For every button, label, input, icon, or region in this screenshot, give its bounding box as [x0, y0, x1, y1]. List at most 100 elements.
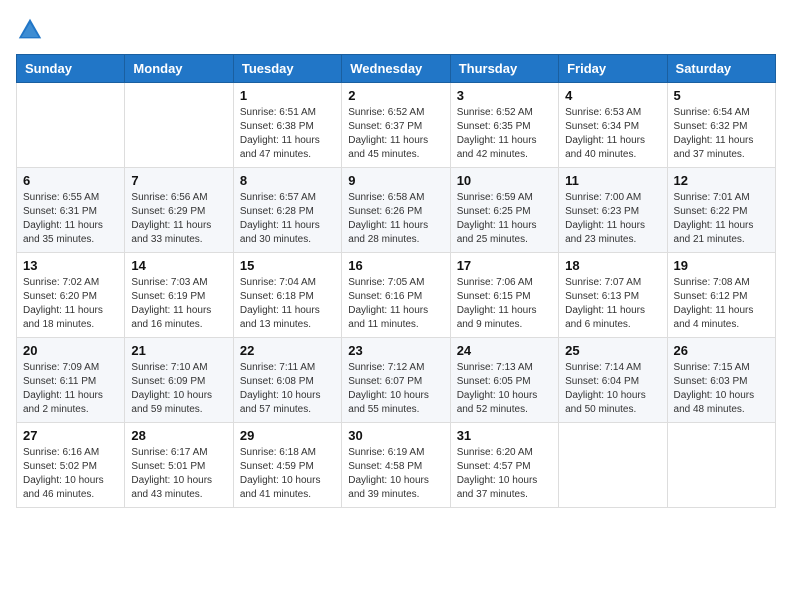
cell-info: Sunrise: 6:59 AM Sunset: 6:25 PM Dayligh…: [457, 191, 552, 247]
calendar-cell-1-7: 5 Sunrise: 6:54 AM Sunset: 6:32 PM Daylig…: [667, 83, 775, 168]
calendar-cell-4-1: 20 Sunrise: 7:09 AM Sunset: 6:11 PM Dayli…: [17, 338, 125, 423]
cell-info: Sunrise: 6:52 AM Sunset: 6:35 PM Dayligh…: [457, 106, 552, 162]
cell-day-number: 5: [674, 88, 769, 103]
cell-day-number: 11: [565, 173, 660, 188]
cell-info: Sunrise: 6:54 AM Sunset: 6:32 PM Dayligh…: [674, 106, 769, 162]
cell-day-number: 13: [23, 258, 118, 273]
calendar-cell-4-6: 25 Sunrise: 7:14 AM Sunset: 6:04 PM Dayli…: [559, 338, 667, 423]
cell-day-number: 27: [23, 428, 118, 443]
calendar-cell-2-4: 9 Sunrise: 6:58 AM Sunset: 6:26 PM Daylig…: [342, 168, 450, 253]
calendar-cell-5-1: 27 Sunrise: 6:16 AM Sunset: 5:02 PM Dayli…: [17, 423, 125, 508]
calendar-cell-1-3: 1 Sunrise: 6:51 AM Sunset: 6:38 PM Daylig…: [233, 83, 341, 168]
cell-day-number: 28: [131, 428, 226, 443]
weekday-header-friday: Friday: [559, 55, 667, 83]
cell-day-number: 7: [131, 173, 226, 188]
cell-day-number: 21: [131, 343, 226, 358]
cell-info: Sunrise: 7:10 AM Sunset: 6:09 PM Dayligh…: [131, 361, 226, 417]
calendar-cell-5-3: 29 Sunrise: 6:18 AM Sunset: 4:59 PM Dayli…: [233, 423, 341, 508]
cell-info: Sunrise: 7:14 AM Sunset: 6:04 PM Dayligh…: [565, 361, 660, 417]
cell-day-number: 4: [565, 88, 660, 103]
calendar-cell-2-1: 6 Sunrise: 6:55 AM Sunset: 6:31 PM Daylig…: [17, 168, 125, 253]
cell-info: Sunrise: 6:16 AM Sunset: 5:02 PM Dayligh…: [23, 446, 118, 502]
calendar-cell-2-2: 7 Sunrise: 6:56 AM Sunset: 6:29 PM Daylig…: [125, 168, 233, 253]
calendar-cell-5-5: 31Sunrise: 6:20 AM Sunset: 4:57 PM Dayli…: [450, 423, 558, 508]
cell-info: Sunrise: 7:09 AM Sunset: 6:11 PM Dayligh…: [23, 361, 118, 417]
cell-info: Sunrise: 6:57 AM Sunset: 6:28 PM Dayligh…: [240, 191, 335, 247]
calendar-cell-3-5: 17 Sunrise: 7:06 AM Sunset: 6:15 PM Dayli…: [450, 253, 558, 338]
cell-info: Sunrise: 7:07 AM Sunset: 6:13 PM Dayligh…: [565, 276, 660, 332]
cell-day-number: 19: [674, 258, 769, 273]
cell-info: Sunrise: 7:05 AM Sunset: 6:16 PM Dayligh…: [348, 276, 443, 332]
cell-info: Sunrise: 7:13 AM Sunset: 6:05 PM Dayligh…: [457, 361, 552, 417]
cell-info: Sunrise: 7:00 AM Sunset: 6:23 PM Dayligh…: [565, 191, 660, 247]
calendar-cell-2-3: 8 Sunrise: 6:57 AM Sunset: 6:28 PM Daylig…: [233, 168, 341, 253]
calendar-cell-4-5: 24 Sunrise: 7:13 AM Sunset: 6:05 PM Dayli…: [450, 338, 558, 423]
cell-day-number: 29: [240, 428, 335, 443]
calendar-cell-3-7: 19 Sunrise: 7:08 AM Sunset: 6:12 PM Dayli…: [667, 253, 775, 338]
cell-info: Sunrise: 7:06 AM Sunset: 6:15 PM Dayligh…: [457, 276, 552, 332]
calendar-cell-5-4: 30 Sunrise: 6:19 AM Sunset: 4:58 PM Dayli…: [342, 423, 450, 508]
cell-info: Sunrise: 6:53 AM Sunset: 6:34 PM Dayligh…: [565, 106, 660, 162]
page-header: [16, 16, 776, 44]
cell-day-number: 3: [457, 88, 552, 103]
cell-info: Sunrise: 6:56 AM Sunset: 6:29 PM Dayligh…: [131, 191, 226, 247]
calendar-cell-3-3: 15 Sunrise: 7:04 AM Sunset: 6:18 PM Dayli…: [233, 253, 341, 338]
cell-day-number: 14: [131, 258, 226, 273]
calendar-cell-2-7: 12 Sunrise: 7:01 AM Sunset: 6:22 PM Dayli…: [667, 168, 775, 253]
cell-info: Sunrise: 7:03 AM Sunset: 6:19 PM Dayligh…: [131, 276, 226, 332]
cell-day-number: 9: [348, 173, 443, 188]
cell-day-number: 2: [348, 88, 443, 103]
cell-day-number: 8: [240, 173, 335, 188]
cell-day-number: 10: [457, 173, 552, 188]
cell-day-number: 12: [674, 173, 769, 188]
calendar-cell-3-4: 16 Sunrise: 7:05 AM Sunset: 6:16 PM Dayli…: [342, 253, 450, 338]
calendar-cell-3-6: 18 Sunrise: 7:07 AM Sunset: 6:13 PM Dayli…: [559, 253, 667, 338]
cell-info: Sunrise: 6:17 AM Sunset: 5:01 PM Dayligh…: [131, 446, 226, 502]
cell-day-number: 25: [565, 343, 660, 358]
cell-day-number: 1: [240, 88, 335, 103]
calendar-cell-4-4: 23 Sunrise: 7:12 AM Sunset: 6:07 PM Dayli…: [342, 338, 450, 423]
cell-day-number: 26: [674, 343, 769, 358]
cell-info: Sunrise: 6:52 AM Sunset: 6:37 PM Dayligh…: [348, 106, 443, 162]
logo: [16, 16, 48, 44]
cell-day-number: 17: [457, 258, 552, 273]
calendar-cell-1-1: [17, 83, 125, 168]
cell-info: Sunrise: 7:12 AM Sunset: 6:07 PM Dayligh…: [348, 361, 443, 417]
cell-day-number: 20: [23, 343, 118, 358]
weekday-header-tuesday: Tuesday: [233, 55, 341, 83]
calendar-cell-5-7: [667, 423, 775, 508]
cell-day-number: 15: [240, 258, 335, 273]
cell-day-number: 6: [23, 173, 118, 188]
calendar-cell-1-5: 3 Sunrise: 6:52 AM Sunset: 6:35 PM Daylig…: [450, 83, 558, 168]
calendar-cell-4-2: 21 Sunrise: 7:10 AM Sunset: 6:09 PM Dayli…: [125, 338, 233, 423]
cell-day-number: 24: [457, 343, 552, 358]
cell-day-number: 18: [565, 258, 660, 273]
calendar-cell-1-6: 4 Sunrise: 6:53 AM Sunset: 6:34 PM Daylig…: [559, 83, 667, 168]
cell-day-number: 23: [348, 343, 443, 358]
calendar-cell-2-5: 10 Sunrise: 6:59 AM Sunset: 6:25 PM Dayli…: [450, 168, 558, 253]
cell-day-number: 31: [457, 428, 552, 443]
cell-info: Sunrise: 6:55 AM Sunset: 6:31 PM Dayligh…: [23, 191, 118, 247]
weekday-header-wednesday: Wednesday: [342, 55, 450, 83]
weekday-header-sunday: Sunday: [17, 55, 125, 83]
cell-info: Sunrise: 7:08 AM Sunset: 6:12 PM Dayligh…: [674, 276, 769, 332]
calendar-cell-5-6: [559, 423, 667, 508]
cell-day-number: 16: [348, 258, 443, 273]
calendar-cell-1-4: 2 Sunrise: 6:52 AM Sunset: 6:37 PM Daylig…: [342, 83, 450, 168]
cell-info: Sunrise: 7:15 AM Sunset: 6:03 PM Dayligh…: [674, 361, 769, 417]
cell-info: Sunrise: 6:51 AM Sunset: 6:38 PM Dayligh…: [240, 106, 335, 162]
calendar-cell-3-1: 13 Sunrise: 7:02 AM Sunset: 6:20 PM Dayli…: [17, 253, 125, 338]
cell-info: Sunrise: 7:11 AM Sunset: 6:08 PM Dayligh…: [240, 361, 335, 417]
cell-info: Sunrise: 6:58 AM Sunset: 6:26 PM Dayligh…: [348, 191, 443, 247]
weekday-header-monday: Monday: [125, 55, 233, 83]
calendar-cell-1-2: [125, 83, 233, 168]
cell-info: Sunrise: 7:04 AM Sunset: 6:18 PM Dayligh…: [240, 276, 335, 332]
cell-day-number: 22: [240, 343, 335, 358]
calendar: SundayMondayTuesdayWednesdayThursdayFrid…: [16, 54, 776, 508]
cell-info: Sunrise: 7:01 AM Sunset: 6:22 PM Dayligh…: [674, 191, 769, 247]
cell-info: Sunrise: 6:18 AM Sunset: 4:59 PM Dayligh…: [240, 446, 335, 502]
cell-day-number: 30: [348, 428, 443, 443]
cell-info: Sunrise: 7:02 AM Sunset: 6:20 PM Dayligh…: [23, 276, 118, 332]
logo-icon: [16, 16, 44, 44]
cell-info: Sunrise: 6:19 AM Sunset: 4:58 PM Dayligh…: [348, 446, 443, 502]
